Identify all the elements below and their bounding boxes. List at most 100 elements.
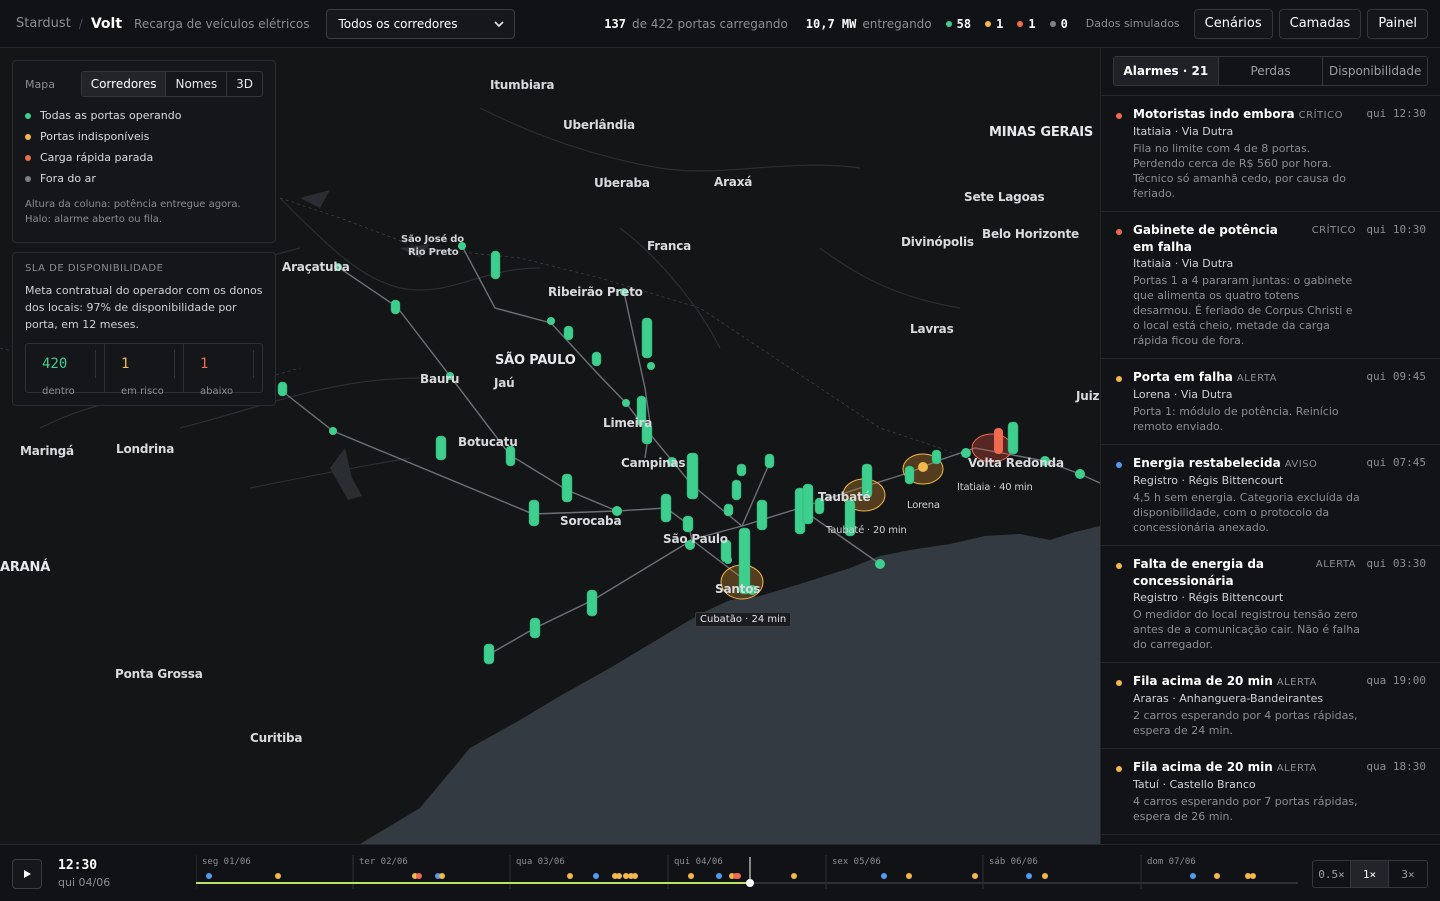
alarm-description: Fila no limite com 4 de 8 portas. Perden… (1133, 142, 1346, 200)
map-legend-panel: Mapa Corredores Nomes 3D Todas as portas… (12, 60, 276, 243)
play-button[interactable] (12, 859, 42, 889)
breadcrumb-separator: / (78, 16, 83, 31)
severity-dot-icon (1116, 563, 1122, 569)
side-tabs: Alarmes · 21 Perdas Disponibilidade (1113, 56, 1428, 86)
layers-button[interactable]: Camadas (1278, 8, 1362, 39)
city-label: Botucatu (458, 435, 518, 449)
city-label: Lorena (907, 500, 940, 511)
city-label: Maringá (20, 444, 74, 458)
brand-breadcrumb[interactable]: Stardust (16, 16, 71, 31)
current-time: 12:30 (58, 858, 98, 873)
alarm-description: Portas 1 a 4 pararam juntas: o gabinete … (1133, 274, 1353, 347)
city-label: Juiz (1076, 389, 1100, 403)
speed-3x[interactable]: 3× (1389, 861, 1427, 887)
alarm-title: Fila acima de 20 min (1133, 760, 1273, 774)
timeline-day-label: sex 05/06 (832, 857, 881, 867)
corridor-select[interactable]: Todos os corredores (325, 8, 515, 39)
speed-1x[interactable]: 1× (1351, 861, 1389, 887)
alarm-item[interactable]: Fila acima de 20 min ALERTA qua 19:00 Ara… (1101, 663, 1440, 749)
alarm-item[interactable]: Fila acima de 20 min ALERTA qua 18:30 Tat… (1101, 749, 1440, 835)
kpi-at-risk[interactable]: 1 em risco (105, 344, 184, 397)
tab-alarms[interactable]: Alarmes · 21 (1114, 57, 1219, 85)
kpi-inside[interactable]: 420 dentro (26, 344, 105, 397)
kpi-below[interactable]: 1 abaixo (184, 344, 262, 397)
station-column-stopped (994, 428, 1003, 454)
severity-dot-icon (1116, 113, 1122, 119)
alarm-time: qua 18:30 (1366, 760, 1426, 773)
city-label: Campinas (621, 456, 686, 470)
station-callout[interactable]: Cubatão · 24 min (695, 612, 792, 627)
alarm-list: Motoristas indo embora CRÍTICO qui 12:30 … (1101, 95, 1440, 835)
alarm-title: Porta em falha (1133, 370, 1233, 384)
station-eta-label: Itatiaia · 40 min (957, 482, 1033, 493)
ports-charging-label: de 422 portas carregando (631, 16, 788, 31)
timeline-day-label: ter 02/06 (359, 857, 408, 867)
alarm-time: qui 10:30 (1366, 223, 1426, 236)
alarm-item[interactable]: Falta de energia da concessionária ALERT… (1101, 546, 1440, 663)
city-label: Araçatuba (282, 260, 350, 274)
city-label: Ponta Grossa (115, 667, 203, 681)
power-value: 10,7 MW (805, 16, 857, 31)
ports-charging-value: 137 (604, 16, 626, 31)
status-dot-icon (25, 154, 31, 161)
state-label: MINAS GERAIS (989, 125, 1094, 140)
alarm-item[interactable]: Porta em falha ALERTA qui 09:45 Lorena · … (1101, 359, 1440, 445)
severity-dot-icon (1116, 462, 1122, 468)
timeline-day-label: qui 04/06 (674, 857, 723, 867)
top-bar: Stardust / Volt Recarga de veículos elét… (0, 0, 1440, 48)
tab-availability[interactable]: Disponibilidade (1323, 57, 1427, 85)
city-label: Limeira (603, 416, 653, 430)
alarm-item[interactable]: Energia restabelecida AVISO qui 07:45 Reg… (1101, 445, 1440, 546)
simulated-data-label: Dados simulados (1085, 17, 1180, 30)
alarm-level: CRÍTICO (1311, 225, 1356, 236)
city-label: Uberaba (594, 176, 650, 190)
city-label: Sete Lagoas (964, 190, 1045, 204)
toggle-corridors[interactable]: Corredores (81, 72, 167, 96)
alarm-level: AVISO (1284, 459, 1318, 470)
legend-item: Carga rápida parada (25, 151, 263, 164)
play-icon (24, 870, 31, 878)
live-stats: 137 de 422 portas carregando 10,7 MW ent… (604, 17, 1068, 31)
alarm-description: O medidor do local registrou tensão zero… (1133, 608, 1360, 651)
sla-kpis: 420 dentro 1 em risco 1 abaixo (25, 343, 263, 397)
alarm-time: qua 19:00 (1366, 674, 1426, 687)
map-view-toggle: Corredores Nomes 3D (80, 71, 263, 97)
status-dot-icon (945, 20, 952, 27)
state-label: ARANÁ (0, 560, 51, 575)
timeline-day-label: seg 01/06 (202, 857, 251, 867)
chevron-down-icon (493, 20, 504, 27)
city-label: Bauru (420, 372, 460, 386)
speed-0-5x[interactable]: 0.5× (1313, 861, 1351, 887)
timeline-handle (746, 879, 754, 887)
panel-button[interactable]: Painel (1367, 8, 1428, 39)
alarm-title: Fila acima de 20 min (1133, 674, 1273, 688)
city-label: Franca (647, 239, 691, 253)
city-label: Sorocaba (560, 514, 622, 528)
alarm-level: CRÍTICO (1298, 110, 1343, 121)
playback-speed-toggle: 0.5× 1× 3× (1312, 860, 1428, 888)
scenarios-button[interactable]: Cenários (1193, 8, 1273, 39)
alarm-item[interactable]: Motoristas indo embora CRÍTICO qui 12:30 … (1101, 96, 1440, 212)
city-label: Lavras (910, 322, 954, 336)
alarm-level: ALERTA (1236, 373, 1277, 384)
alarm-item[interactable]: Gabinete de potência em falha CRÍTICO qu… (1101, 212, 1440, 359)
city-label: Jaú (494, 376, 515, 390)
alarm-location: Lorena · Via Dutra (1133, 388, 1233, 401)
map-canvas[interactable]: Itumbiara Uberlândia MINAS GERAIS Uberab… (0, 48, 1100, 844)
severity-dot-icon (1116, 680, 1122, 686)
status-count-offline: 0 (1049, 17, 1068, 31)
city-label: Volta Redonda (968, 456, 1064, 470)
legend-item: Fora do ar (25, 172, 263, 185)
station-eta-label: Taubaté · 20 min (826, 525, 907, 536)
sla-panel: SLA DE DISPONIBILIDADE Meta contratual d… (12, 252, 276, 406)
alarm-level: ALERTA (1276, 677, 1317, 688)
toggle-3d[interactable]: 3D (227, 72, 262, 96)
toggle-names[interactable]: Nomes (166, 72, 228, 96)
city-label: São José do (401, 234, 464, 245)
alarm-time: qui 09:45 (1366, 370, 1426, 383)
tab-losses[interactable]: Perdas (1219, 57, 1324, 85)
city-label: São Paulo (663, 532, 728, 546)
alarm-level: ALERTA (1315, 559, 1356, 570)
timeline-track[interactable] (196, 845, 1300, 901)
city-label: Curitiba (250, 731, 303, 745)
